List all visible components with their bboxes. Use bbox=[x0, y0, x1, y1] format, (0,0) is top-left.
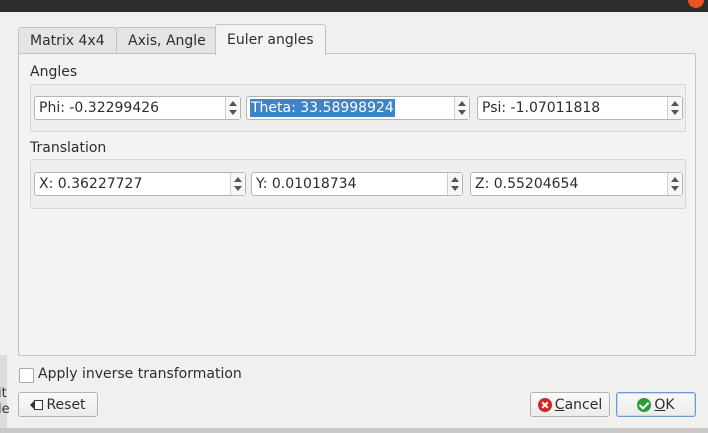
z-increment-icon[interactable] bbox=[671, 177, 679, 182]
y-spin-buttons[interactable] bbox=[447, 173, 462, 195]
theta-increment-icon[interactable] bbox=[458, 101, 466, 106]
ok-mnemonic: O bbox=[654, 396, 666, 413]
phi-increment-icon[interactable] bbox=[229, 101, 237, 106]
theta-spin-buttons[interactable] bbox=[454, 97, 469, 119]
close-window-icon[interactable] bbox=[688, 0, 704, 8]
cancel-label-rest: ancel bbox=[564, 396, 603, 413]
apply-inverse-checkbox[interactable] bbox=[19, 368, 34, 383]
background-text-line2: le bbox=[0, 402, 10, 417]
phi-spin-buttons[interactable] bbox=[225, 97, 240, 119]
psi-decrement-icon[interactable] bbox=[671, 110, 679, 115]
tab-matrix-4x4[interactable]: Matrix 4x4 bbox=[18, 27, 117, 54]
psi-value[interactable]: Psi: -1.07011818 bbox=[482, 100, 600, 116]
tab-euler-angles[interactable]: Euler angles bbox=[215, 24, 326, 55]
cancel-button[interactable]: Cancel bbox=[530, 392, 610, 417]
background-window-edge bbox=[0, 428, 708, 433]
angles-group-title: Angles bbox=[30, 64, 78, 80]
x-spin-buttons[interactable] bbox=[230, 173, 245, 195]
cancel-label: Cancel bbox=[555, 397, 602, 413]
tab-axis-angle[interactable]: Axis, Angle bbox=[116, 27, 218, 54]
psi-spinbox[interactable]: Psi: -1.07011818 bbox=[477, 96, 683, 120]
translation-group-title: Translation bbox=[30, 140, 107, 156]
theta-value[interactable]: Theta: 33.58998924 bbox=[250, 99, 395, 117]
reset-label: Reset bbox=[46, 396, 86, 413]
theta-spinbox[interactable]: Theta: 33.58998924 bbox=[246, 96, 470, 120]
ok-check-icon bbox=[637, 397, 652, 412]
x-increment-icon[interactable] bbox=[234, 177, 242, 182]
background-text-line1: it bbox=[0, 386, 7, 401]
angles-group: Phi: -0.32299426 Theta: 33.58998924 Psi:… bbox=[30, 84, 686, 132]
phi-decrement-icon[interactable] bbox=[229, 110, 237, 115]
z-spin-buttons[interactable] bbox=[667, 173, 682, 195]
z-spinbox[interactable]: Z: 0.55204654 bbox=[470, 172, 683, 196]
apply-inverse-label[interactable]: Apply inverse transformation bbox=[38, 366, 242, 382]
z-value[interactable]: Z: 0.55204654 bbox=[475, 176, 578, 192]
z-decrement-icon[interactable] bbox=[671, 186, 679, 191]
ok-label-rest: K bbox=[665, 396, 675, 413]
y-spinbox[interactable]: Y: 0.01018734 bbox=[251, 172, 463, 196]
cancel-circle-icon bbox=[537, 397, 552, 412]
psi-spin-buttons[interactable] bbox=[667, 97, 682, 119]
cancel-mnemonic: C bbox=[554, 396, 565, 413]
phi-spinbox[interactable]: Phi: -0.32299426 bbox=[34, 96, 241, 120]
background-window-text: it le bbox=[0, 386, 10, 418]
phi-value[interactable]: Phi: -0.32299426 bbox=[39, 100, 159, 116]
y-decrement-icon[interactable] bbox=[451, 186, 459, 191]
ok-label: OK bbox=[654, 397, 674, 413]
reset-button[interactable]: Reset bbox=[18, 392, 98, 417]
reset-backspace-icon bbox=[30, 399, 44, 410]
theta-decrement-icon[interactable] bbox=[458, 110, 466, 115]
y-value[interactable]: Y: 0.01018734 bbox=[256, 176, 356, 192]
x-spinbox[interactable]: X: 0.36227727 bbox=[34, 172, 246, 196]
x-decrement-icon[interactable] bbox=[234, 186, 242, 191]
y-increment-icon[interactable] bbox=[451, 177, 459, 182]
x-value[interactable]: X: 0.36227727 bbox=[39, 176, 142, 192]
psi-increment-icon[interactable] bbox=[671, 101, 679, 106]
window-titlebar bbox=[0, 0, 708, 12]
translation-group: X: 0.36227727 Y: 0.01018734 Z: 0.5520465… bbox=[30, 159, 686, 209]
euler-angles-panel: Angles Phi: -0.32299426 Theta: 33.589989… bbox=[18, 53, 696, 356]
ok-button[interactable]: OK bbox=[616, 392, 696, 417]
